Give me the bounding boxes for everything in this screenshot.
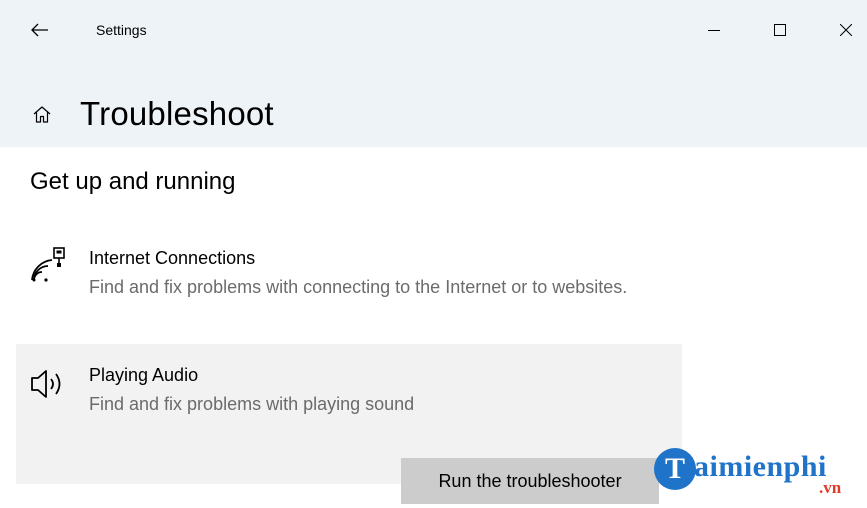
home-icon[interactable] (28, 100, 56, 128)
wifi-network-icon (28, 246, 68, 286)
troubleshooter-name: Internet Connections (89, 248, 256, 268)
page-header: Troubleshoot (28, 92, 274, 136)
page-title: Troubleshoot (80, 95, 274, 132)
watermark-name: aimienphi (694, 450, 827, 483)
watermark: T aimienphi .vn (654, 448, 854, 500)
watermark-logo: T (654, 448, 696, 490)
minimize-icon (708, 30, 720, 31)
troubleshooter-description: Find and fix problems with playing sound (89, 394, 415, 414)
maximize-button[interactable] (760, 10, 800, 50)
title-bar: Settings (0, 0, 867, 60)
window-title: Settings (96, 22, 147, 38)
maximize-icon (774, 24, 786, 36)
troubleshooter-description: Find and fix problems with connecting to… (89, 277, 628, 297)
back-arrow-icon (31, 23, 48, 37)
back-button[interactable] (22, 12, 58, 48)
minimize-button[interactable] (694, 10, 734, 50)
troubleshooter-playing-audio[interactable]: Playing Audio Find and fix problems with… (16, 344, 682, 504)
watermark-domain: .vn (819, 478, 842, 497)
run-troubleshooter-button[interactable]: Run the troubleshooter (401, 458, 659, 504)
troubleshooter-name: Playing Audio (89, 365, 199, 385)
speaker-icon (28, 364, 68, 404)
section-title: Get up and running (30, 168, 236, 195)
close-button[interactable] (826, 10, 866, 50)
troubleshooter-internet-connections[interactable]: Internet Connections Find and fix proble… (16, 236, 682, 340)
close-icon (840, 24, 852, 36)
